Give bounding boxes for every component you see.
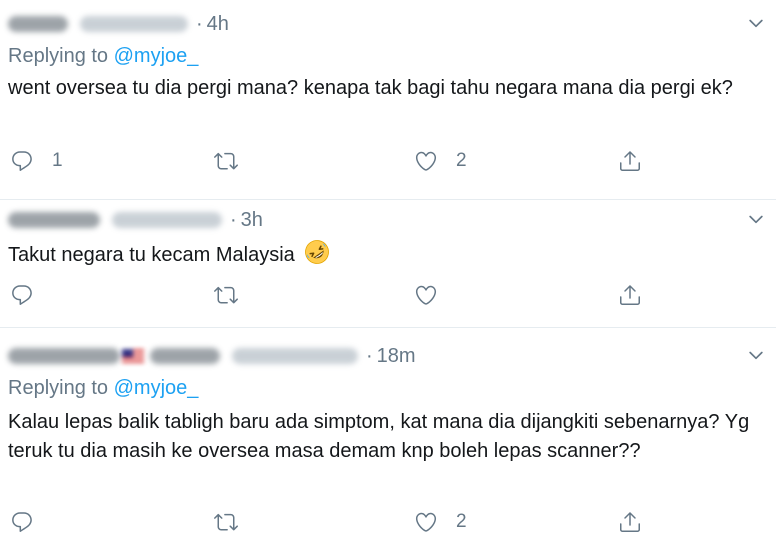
retweet-button[interactable] xyxy=(214,146,238,176)
retweet-button[interactable] xyxy=(214,507,238,534)
like-button[interactable]: 2 xyxy=(414,146,467,176)
reply-button[interactable] xyxy=(10,280,34,310)
tweet-text-content: Takut negara tu kecam Malaysia xyxy=(8,244,295,266)
replying-to: Replying to @myjoe_ xyxy=(8,45,198,68)
share-button[interactable] xyxy=(618,280,642,310)
timestamp[interactable]: 3h xyxy=(241,209,263,232)
replying-label: Replying to xyxy=(8,377,109,399)
replying-to: Replying to @myjoe_ xyxy=(8,377,198,400)
tweet-text: Takut negara tu kecam Malaysia xyxy=(8,239,768,270)
separator: · xyxy=(196,12,203,35)
like-icon xyxy=(414,283,438,307)
tweet-header: · 18m xyxy=(8,344,416,368)
tweet-text: went oversea tu dia pergi mana? kenapa t… xyxy=(8,77,733,99)
timestamp[interactable]: 4h xyxy=(207,13,229,36)
reply-icon xyxy=(10,283,34,307)
like-icon xyxy=(414,510,438,534)
rolling-on-floor-laughing-emoji-icon xyxy=(305,240,330,264)
tweet[interactable]: · 18m Replying to @myjoe_ Kalau lepas ba… xyxy=(0,328,776,534)
like-icon xyxy=(414,149,438,173)
tweet-actions: 1 2 xyxy=(0,146,776,176)
retweet-icon xyxy=(214,149,238,173)
tweet-text: Kalau lepas balik tabligh baru ada simpt… xyxy=(8,411,750,462)
username-blurred[interactable] xyxy=(80,16,188,32)
retweet-button[interactable] xyxy=(214,280,238,310)
like-button[interactable] xyxy=(414,280,438,310)
tweet-actions xyxy=(0,280,776,310)
retweet-icon xyxy=(214,510,238,534)
separator: · xyxy=(230,208,237,231)
replying-handle-link[interactable]: @myjoe_ xyxy=(114,377,199,399)
timestamp[interactable]: 18m xyxy=(377,345,416,368)
share-button[interactable] xyxy=(618,507,642,534)
retweet-icon xyxy=(214,283,238,307)
like-count: 2 xyxy=(456,150,467,171)
display-name-blurred[interactable] xyxy=(8,212,100,228)
reply-icon xyxy=(10,510,34,534)
reply-icon xyxy=(10,149,34,173)
separator: · xyxy=(366,344,373,367)
tweet[interactable]: · 3h Takut negara tu kecam Malaysia xyxy=(0,200,776,327)
replying-handle-link[interactable]: @myjoe_ xyxy=(114,45,199,67)
share-icon xyxy=(618,283,642,307)
username-blurred[interactable] xyxy=(232,348,358,364)
share-icon xyxy=(618,149,642,173)
chevron-down-icon[interactable] xyxy=(746,209,766,229)
tweet-header: · 4h xyxy=(8,12,229,36)
display-name-blurred[interactable] xyxy=(8,348,120,364)
chevron-down-icon[interactable] xyxy=(746,345,766,365)
reply-count: 1 xyxy=(52,150,63,171)
reply-button[interactable]: 1 xyxy=(10,146,63,176)
share-button[interactable] xyxy=(618,146,642,176)
malaysia-flag-icon xyxy=(122,349,144,363)
username-blurred[interactable] xyxy=(112,212,222,228)
tweet[interactable]: · 4h Replying to @myjoe_ went oversea tu… xyxy=(0,0,776,199)
chevron-down-icon[interactable] xyxy=(746,13,766,33)
like-button[interactable]: 2 xyxy=(414,507,467,534)
reply-button[interactable] xyxy=(10,507,34,534)
share-icon xyxy=(618,510,642,534)
display-name-blurred[interactable] xyxy=(8,16,68,32)
tweet-actions: 2 xyxy=(0,507,776,534)
replying-label: Replying to xyxy=(8,45,109,67)
display-name-blurred xyxy=(150,348,220,364)
tweet-header: · 3h xyxy=(8,208,263,232)
like-count: 2 xyxy=(456,511,467,532)
